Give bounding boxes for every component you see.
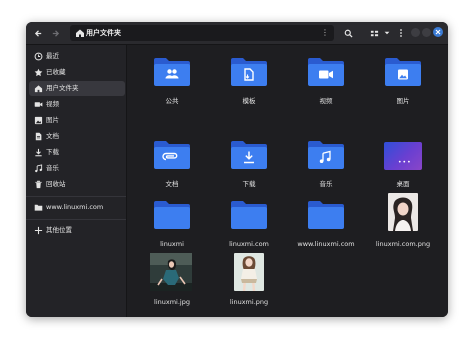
image-thumbnail <box>150 253 192 291</box>
folder-downloads-icon <box>231 141 267 169</box>
path-menu-button[interactable]: ⋮ <box>321 27 329 39</box>
path-current-folder[interactable]: 用户文件夹 <box>86 27 121 39</box>
folder-icon <box>231 201 267 229</box>
sidebar-item-documents[interactable]: 文档 <box>29 129 125 144</box>
folder-public-icon <box>154 58 190 86</box>
download-icon <box>35 148 42 157</box>
sidebar-item-label: 文档 <box>46 132 59 140</box>
star-icon <box>34 68 43 77</box>
file-item-downloads[interactable]: 下载 <box>214 140 284 198</box>
more-vertical-icon <box>400 29 402 37</box>
home-icon <box>76 29 84 37</box>
close-icon <box>435 29 441 35</box>
view-toggle-button[interactable] <box>367 26 381 40</box>
file-item-templates[interactable]: 模板 <box>214 57 284 115</box>
file-item-linuxmi-com[interactable]: linuxmi.com <box>214 200 284 258</box>
document-icon <box>35 132 42 141</box>
path-bar[interactable]: 用户文件夹 ⋮ <box>70 25 334 41</box>
file-item-linuxmi[interactable]: linuxmi <box>137 200 207 258</box>
file-name: 桌面 <box>396 180 410 188</box>
sidebar-item-downloads[interactable]: 下载 <box>29 145 125 160</box>
trash-icon <box>35 180 42 189</box>
file-item-music[interactable]: 音乐 <box>291 140 361 198</box>
sidebar-item-trash[interactable]: 回收站 <box>29 177 125 192</box>
sidebar-item-label: 音乐 <box>46 164 59 172</box>
sidebar-item-label: 已收藏 <box>46 68 66 76</box>
folder-icon <box>154 201 190 229</box>
video-icon <box>34 102 43 107</box>
file-name: linuxmi.com.png <box>375 240 431 248</box>
desktop-folder-icon: ••• <box>384 142 422 170</box>
file-item-desktop[interactable]: ••• 桌面 <box>368 140 438 198</box>
file-manager-window: 用户文件夹 ⋮ 最近 已收藏 用户文件夹 视频 图片 文档 下载 音乐 回收站 … <box>26 22 448 317</box>
image-icon <box>34 116 43 125</box>
sidebar-item-label: 最近 <box>46 52 59 60</box>
file-item-pictures[interactable]: 图片 <box>368 57 438 115</box>
folder-pictures-icon <box>385 58 421 86</box>
sidebar: 最近 已收藏 用户文件夹 视频 图片 文档 下载 音乐 回收站 www.linu… <box>26 45 127 317</box>
file-item-linuxmi-png[interactable]: linuxmi.png <box>214 253 284 311</box>
sidebar-item-starred[interactable]: 已收藏 <box>29 65 125 80</box>
folder-videos-icon <box>308 58 344 86</box>
sidebar-bookmark-linuxmi[interactable]: www.linuxmi.com <box>29 200 125 215</box>
folder-documents-icon <box>154 141 190 169</box>
folder-music-icon <box>308 141 344 169</box>
sidebar-item-music[interactable]: 音乐 <box>29 161 125 176</box>
sidebar-item-other-locations[interactable]: 其他位置 <box>29 223 125 238</box>
file-item-videos[interactable]: 视频 <box>291 57 361 115</box>
file-item-linuxmi-com-png[interactable]: linuxmi.com.png <box>368 193 438 251</box>
chevron-down-icon <box>384 31 390 35</box>
close-button[interactable] <box>433 27 443 37</box>
sidebar-item-videos[interactable]: 视频 <box>29 97 125 112</box>
clock-icon <box>34 52 43 61</box>
folder-templates-icon <box>231 58 267 86</box>
maximize-button[interactable] <box>422 28 431 37</box>
sidebar-item-label: 用户文件夹 <box>46 84 79 92</box>
sidebar-item-pictures[interactable]: 图片 <box>29 113 125 128</box>
file-name: 图片 <box>396 97 410 105</box>
sidebar-item-label: 视频 <box>46 100 59 108</box>
sidebar-item-home[interactable]: 用户文件夹 <box>29 81 125 96</box>
file-grid: 公共 模板 视频 图片 文档 下载 音乐 ••• 桌面 linuxmi linu… <box>127 45 448 317</box>
image-thumbnail <box>388 193 418 231</box>
minimize-button[interactable] <box>411 28 420 37</box>
sidebar-item-label: 其他位置 <box>46 226 72 234</box>
folder-icon <box>308 201 344 229</box>
arrow-left-icon <box>34 29 41 37</box>
file-item-documents[interactable]: 文档 <box>137 140 207 198</box>
sidebar-item-label: www.linuxmi.com <box>46 203 104 211</box>
file-name: linuxmi.png <box>229 298 269 306</box>
file-item-public[interactable]: 公共 <box>137 57 207 115</box>
sidebar-divider <box>26 196 126 197</box>
file-item-www-linuxmi-com[interactable]: www.linuxmi.com <box>291 200 361 258</box>
sidebar-item-label: 回收站 <box>46 180 66 188</box>
home-icon <box>34 85 43 93</box>
search-button[interactable] <box>341 26 355 40</box>
view-options-button[interactable] <box>380 26 394 40</box>
arrow-right-icon <box>52 29 59 37</box>
plus-icon <box>34 226 43 235</box>
sidebar-item-label: 下载 <box>46 148 59 156</box>
main-menu-button[interactable] <box>394 26 408 40</box>
sidebar-item-recent[interactable]: 最近 <box>29 49 125 64</box>
back-button[interactable] <box>31 26 45 40</box>
header-bar: 用户文件夹 ⋮ <box>26 22 448 45</box>
grid-icon <box>370 30 378 36</box>
forward-button[interactable] <box>48 26 62 40</box>
sidebar-divider <box>26 219 126 220</box>
image-thumbnail <box>234 253 264 291</box>
search-icon <box>344 29 353 38</box>
file-item-linuxmi-jpg[interactable]: linuxmi.jpg <box>137 253 207 311</box>
music-icon <box>35 164 43 173</box>
sidebar-item-label: 图片 <box>46 116 59 124</box>
folder-icon <box>34 204 43 211</box>
